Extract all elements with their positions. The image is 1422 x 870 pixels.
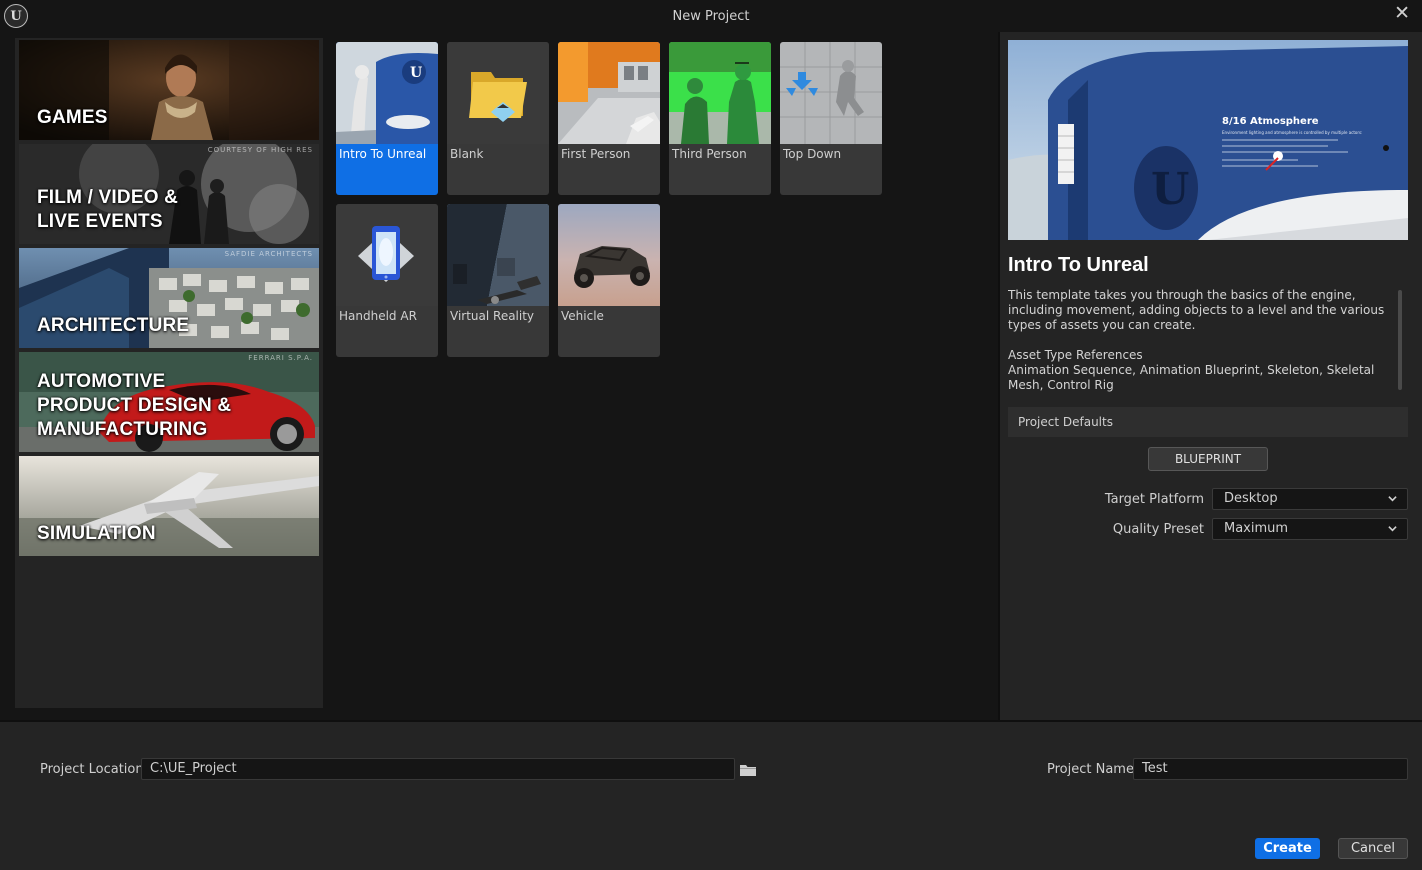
folder-icon[interactable] [740,764,756,776]
quality-preset-dropdown[interactable]: Maximum [1212,518,1408,540]
template-label: First Person [561,147,631,161]
template-label: Vehicle [561,309,604,323]
category-architecture[interactable]: SAFDIE ARCHITECTS ARCHITECTURE [19,248,319,348]
image-credit: FERRARI S.P.A. [248,354,313,362]
preview-sign-text: Environment lighting and atmosphere is c… [1222,130,1362,135]
chevron-down-icon [1388,496,1397,502]
category-simulation[interactable]: SIMULATION [19,456,319,556]
target-platform-value: Desktop [1224,491,1278,506]
cancel-button[interactable]: Cancel [1338,838,1408,859]
title-bar: U New Project ✕ [0,0,1422,32]
template-thumbnail [558,42,660,144]
template-label: Third Person [672,147,747,161]
quality-preset-value: Maximum [1224,521,1289,536]
template-thumbnail [447,204,549,306]
template-first-person[interactable]: First Person [558,42,660,195]
template-label: Intro To Unreal [339,147,427,161]
category-label: SIMULATION [37,523,156,544]
create-button[interactable]: Create [1255,838,1320,859]
template-blank[interactable]: Blank [447,42,549,195]
template-title: Intro To Unreal [1008,254,1149,276]
template-label: Handheld AR [339,309,417,323]
target-platform-dropdown[interactable]: Desktop [1212,488,1408,510]
project-name-label: Project Name [1047,762,1134,777]
category-panel: GAMES COURTESY OF HIGH RES FILM / VIDEO … [15,38,323,708]
template-top-down[interactable]: Top Down [780,42,882,195]
image-credit: SAFDIE ARCHITECTS [224,250,313,258]
template-third-person[interactable]: Third Person [669,42,771,195]
project-name-field[interactable]: Test [1133,758,1408,780]
template-label: Top Down [783,147,842,161]
template-grid: U Intro To Unreal Blank First Person Thi… [330,38,998,718]
image-credit: COURTESY OF HIGH RES [207,146,313,154]
template-thumbnail: U [336,42,438,144]
quality-preset-label: Quality Preset [1112,522,1204,537]
template-virtual-reality[interactable]: Virtual Reality [447,204,549,357]
project-defaults-header: Project Defaults [1008,407,1408,437]
template-thumbnail [558,204,660,306]
template-thumbnail [447,42,549,144]
template-thumbnail [780,42,882,144]
category-label: ARCHITECTURE [37,315,190,336]
close-icon[interactable]: ✕ [1394,2,1410,24]
project-location-field[interactable]: C:\UE_Project [141,758,735,780]
category-label: AUTOMOTIVE PRODUCT DESIGN & MANUFACTURIN… [37,371,232,440]
chevron-down-icon [1388,526,1397,532]
template-label: Virtual Reality [450,309,535,323]
category-automotive-product-design-manufacturing[interactable]: FERRARI S.P.A. AUTOMOTIVE PRODUCT DESIGN… [19,352,319,452]
bottom-bar: Project Location C:\UE_Project Project N… [0,722,1422,870]
preview-sign-title: 8/16 Atmosphere [1222,116,1319,127]
description-scrollbar[interactable] [1398,290,1402,390]
category-film-video-live-events[interactable]: COURTESY OF HIGH RES FILM / VIDEO & LIVE… [19,144,319,244]
project-location-label: Project Location [40,762,144,777]
template-label: Blank [450,147,484,161]
template-intro-to-unreal[interactable]: U Intro To Unreal [336,42,438,195]
template-thumbnail [336,204,438,306]
category-label: FILM / VIDEO & LIVE EVENTS [37,187,179,232]
template-preview-image: U 8/16 Atmosphere Environment lighting a… [1008,40,1408,240]
svg-text:U: U [410,65,422,81]
svg-text:U: U [1151,164,1189,215]
target-platform-label: Target Platform [1104,492,1204,507]
template-description: This template takes you through the basi… [1008,288,1385,392]
template-details-panel: U 8/16 Atmosphere Environment lighting a… [1000,32,1422,720]
category-games[interactable]: GAMES [19,40,319,140]
template-thumbnail [669,42,771,144]
blueprint-button[interactable]: BLUEPRINT [1148,447,1268,471]
template-vehicle[interactable]: Vehicle [558,204,660,357]
window-title: New Project [672,9,750,24]
template-handheld-ar[interactable]: Handheld AR [336,204,438,357]
category-label: GAMES [37,107,108,128]
